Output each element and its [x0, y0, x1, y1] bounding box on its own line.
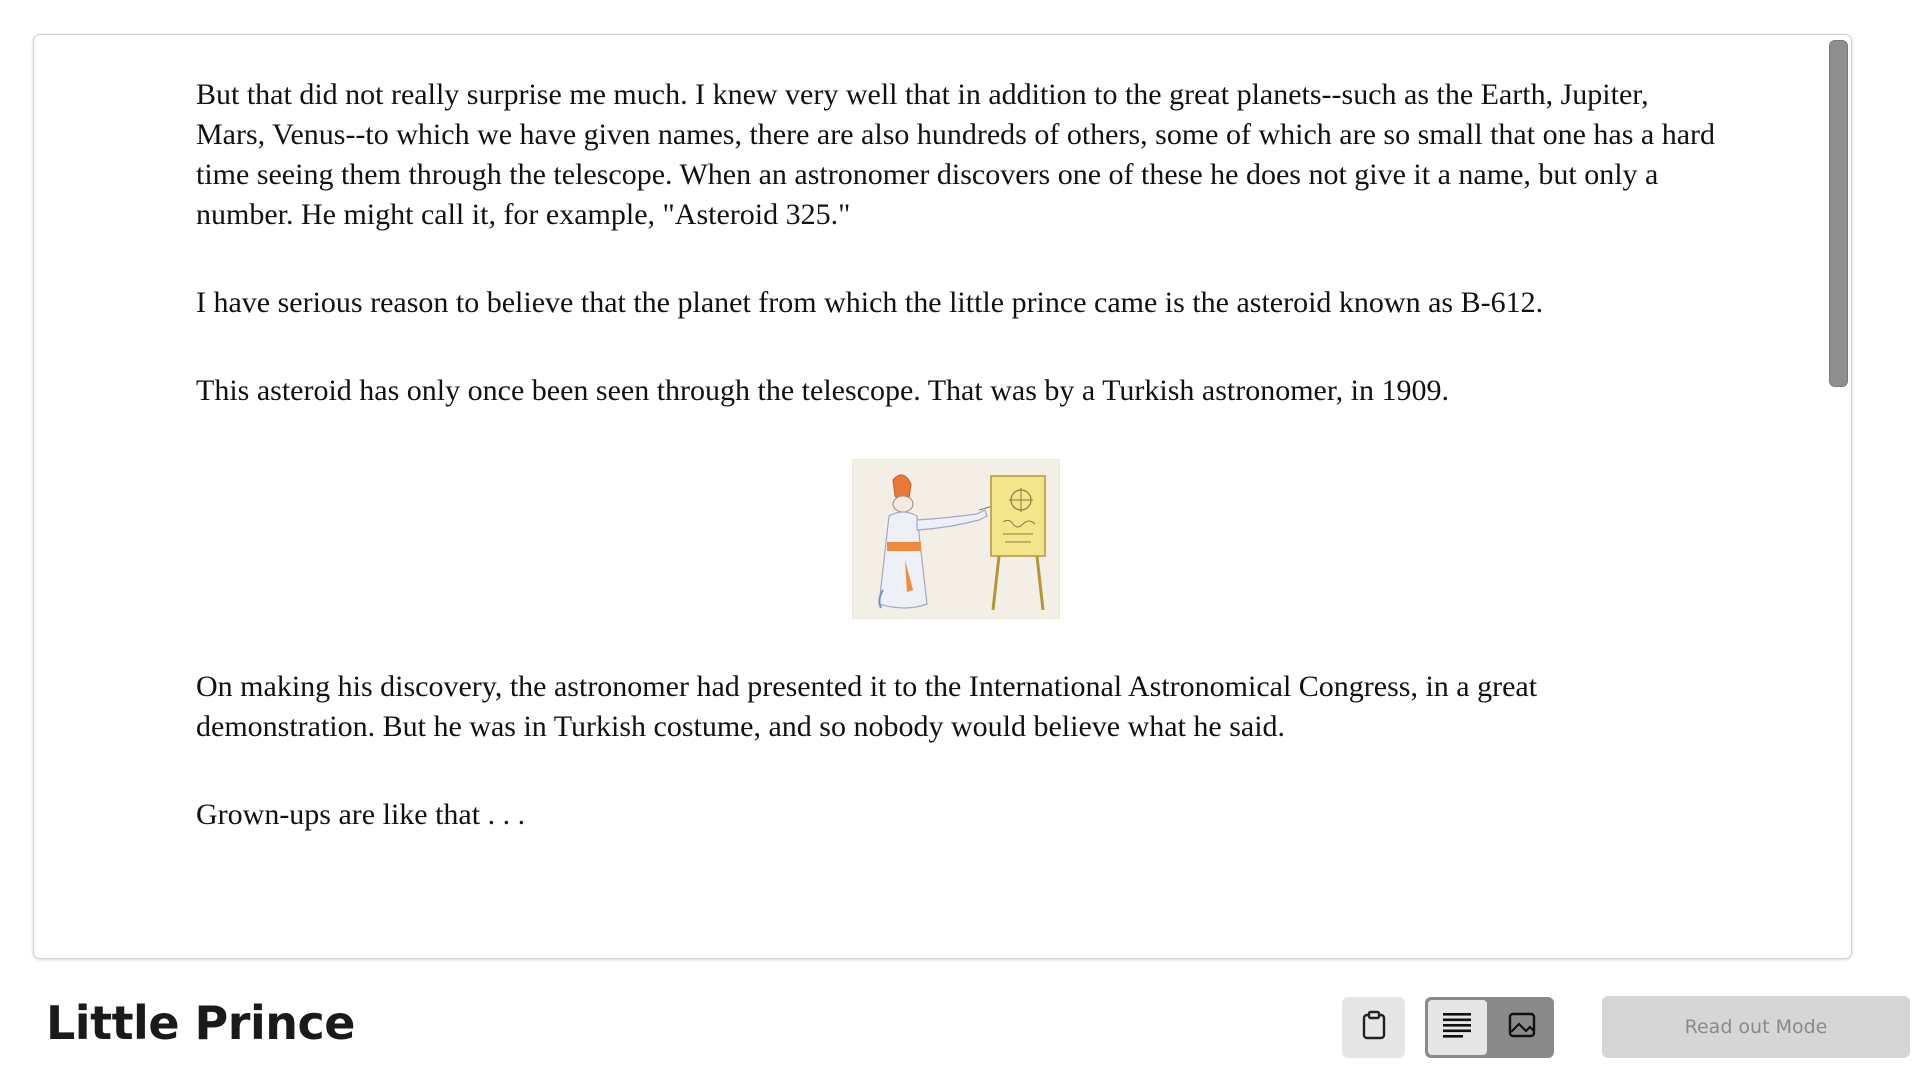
figure: [196, 459, 1716, 619]
read-out-mode-button[interactable]: Read out Mode: [1602, 996, 1910, 1058]
clipboard-button[interactable]: [1342, 997, 1405, 1058]
image-icon: [1507, 1010, 1537, 1045]
image-mode-button[interactable]: [1490, 997, 1555, 1058]
clipboard-icon: [1361, 1010, 1387, 1045]
paragraph-3: This asteroid has only once been seen th…: [196, 374, 1449, 407]
text-lines-icon: [1441, 1010, 1473, 1045]
text-mode-button[interactable]: [1425, 997, 1490, 1058]
document-content: But that did not really surprise me much…: [196, 75, 1716, 883]
document-viewer[interactable]: But that did not really surprise me much…: [33, 34, 1852, 959]
paragraph-4: On making his discovery, the astronomer …: [196, 670, 1538, 743]
paragraph-1: But that did not really surprise me much…: [196, 78, 1715, 231]
view-mode-toggle[interactable]: [1425, 997, 1554, 1058]
vertical-scrollbar[interactable]: [1829, 40, 1848, 387]
astronomer-illustration: [852, 459, 1060, 619]
paragraph-5: Grown-ups are like that . . .: [196, 798, 526, 831]
paragraph-2: I have serious reason to believe that th…: [196, 286, 1544, 319]
page-title: Little Prince: [46, 996, 355, 1050]
